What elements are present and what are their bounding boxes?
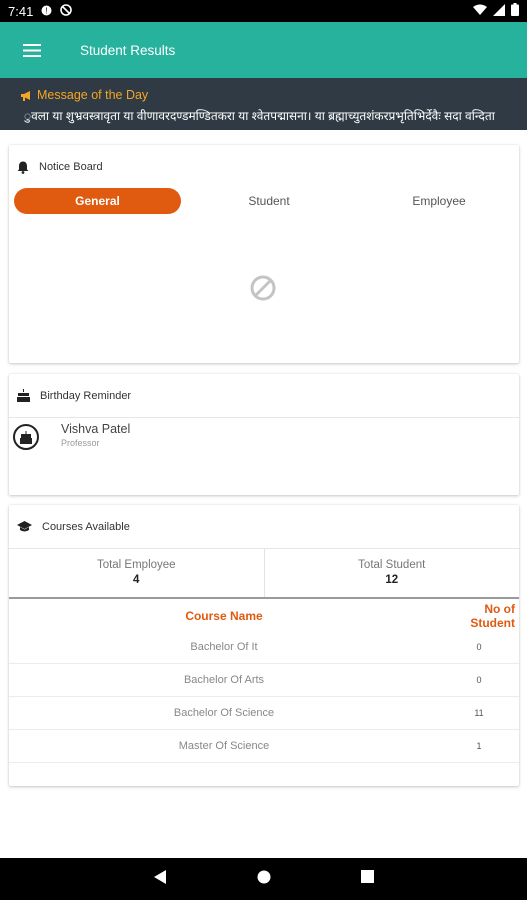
notice-board-card: Notice Board General Student Employee xyxy=(9,145,519,363)
course-name-cell: Bachelor Of It xyxy=(190,641,258,653)
courses-table: Course Name No of Student Bachelor Of It… xyxy=(9,601,519,763)
notice-board-header: Notice Board xyxy=(9,145,519,189)
megaphone-icon xyxy=(21,90,30,101)
home-button[interactable] xyxy=(257,870,271,889)
courses-available-card: Courses Available Total Employee 4 Total… xyxy=(9,505,519,786)
cake-avatar-icon xyxy=(13,424,39,450)
battery-icon xyxy=(511,3,519,19)
course-name-cell: Bachelor Of Science xyxy=(173,707,275,719)
notice-board-title: Notice Board xyxy=(39,161,103,173)
stat-value: 4 xyxy=(133,574,140,586)
column-no-of-student: No of Student xyxy=(470,602,515,630)
birthday-person-name: Vishva Patel xyxy=(61,422,131,436)
app-bar: Student Results xyxy=(0,22,527,78)
table-header: Course Name No of Student xyxy=(9,601,519,631)
tab-student[interactable]: Student xyxy=(239,194,299,208)
back-button[interactable] xyxy=(153,869,167,890)
home-circle-icon xyxy=(257,870,271,883)
stat-value: 12 xyxy=(385,574,399,586)
status-time: 7:41 xyxy=(8,3,34,19)
stat-total-student: Total Student 12 xyxy=(263,549,520,597)
course-name-cell: Master Of Science xyxy=(178,740,270,752)
no-notices-icon xyxy=(249,274,277,307)
stat-total-employee: Total Employee 4 xyxy=(9,549,264,597)
courses-title: Courses Available xyxy=(42,520,130,533)
table-row[interactable]: Bachelor Of Arts 0 xyxy=(9,664,519,697)
courses-header: Courses Available xyxy=(9,505,519,549)
stat-label: Total Student xyxy=(358,559,426,571)
tab-employee[interactable]: Employee xyxy=(404,194,474,208)
notification-icon: ! xyxy=(41,4,52,19)
system-nav-bar xyxy=(0,858,527,900)
status-bar: 7:41 ! xyxy=(0,0,527,22)
message-of-the-day: Message of the Day ुवला या शुभ्रवस्त्राव… xyxy=(0,78,527,130)
motd-text: ुवला या शुभ्रवस्त्रावृता या वीणावरदण्डमण… xyxy=(24,109,495,123)
birthday-reminder-card: Birthday Reminder Vishva Patel Professor xyxy=(9,374,519,495)
recents-button[interactable] xyxy=(361,870,374,888)
svg-text:!: ! xyxy=(46,6,48,15)
student-count-cell: 11 xyxy=(474,708,484,718)
recents-square-icon xyxy=(361,870,374,883)
course-name-cell: Bachelor Of Arts xyxy=(183,674,265,686)
tab-general[interactable]: General xyxy=(14,188,181,214)
notice-tabs: General Student Employee xyxy=(14,188,514,214)
birthday-person-role: Professor xyxy=(61,438,100,448)
student-count-cell: 0 xyxy=(476,642,482,652)
motd-label: Message of the Day xyxy=(37,88,149,102)
menu-button[interactable] xyxy=(0,22,64,78)
stat-label: Total Employee xyxy=(96,559,176,571)
blocked-icon xyxy=(60,3,73,19)
table-row[interactable]: Master Of Science 1 xyxy=(9,730,519,763)
wifi-icon xyxy=(473,4,487,19)
list-item: Vishva Patel Professor xyxy=(9,418,519,454)
signal-icon xyxy=(493,3,505,19)
graduation-cap-icon xyxy=(17,520,32,531)
hamburger-icon xyxy=(23,43,41,57)
bell-icon xyxy=(17,161,29,174)
page-title: Student Results xyxy=(80,42,176,58)
cake-icon xyxy=(17,389,30,402)
table-row[interactable]: Bachelor Of It 0 xyxy=(9,631,519,664)
column-course-name: Course Name xyxy=(185,609,263,623)
table-row[interactable]: Bachelor Of Science 11 xyxy=(9,697,519,730)
birthday-header: Birthday Reminder xyxy=(9,374,519,418)
course-stats: Total Employee 4 Total Student 12 xyxy=(9,549,519,599)
student-count-cell: 0 xyxy=(476,675,482,685)
birthday-title: Birthday Reminder xyxy=(40,389,132,402)
student-count-cell: 1 xyxy=(476,741,482,751)
back-triangle-icon xyxy=(154,869,166,884)
